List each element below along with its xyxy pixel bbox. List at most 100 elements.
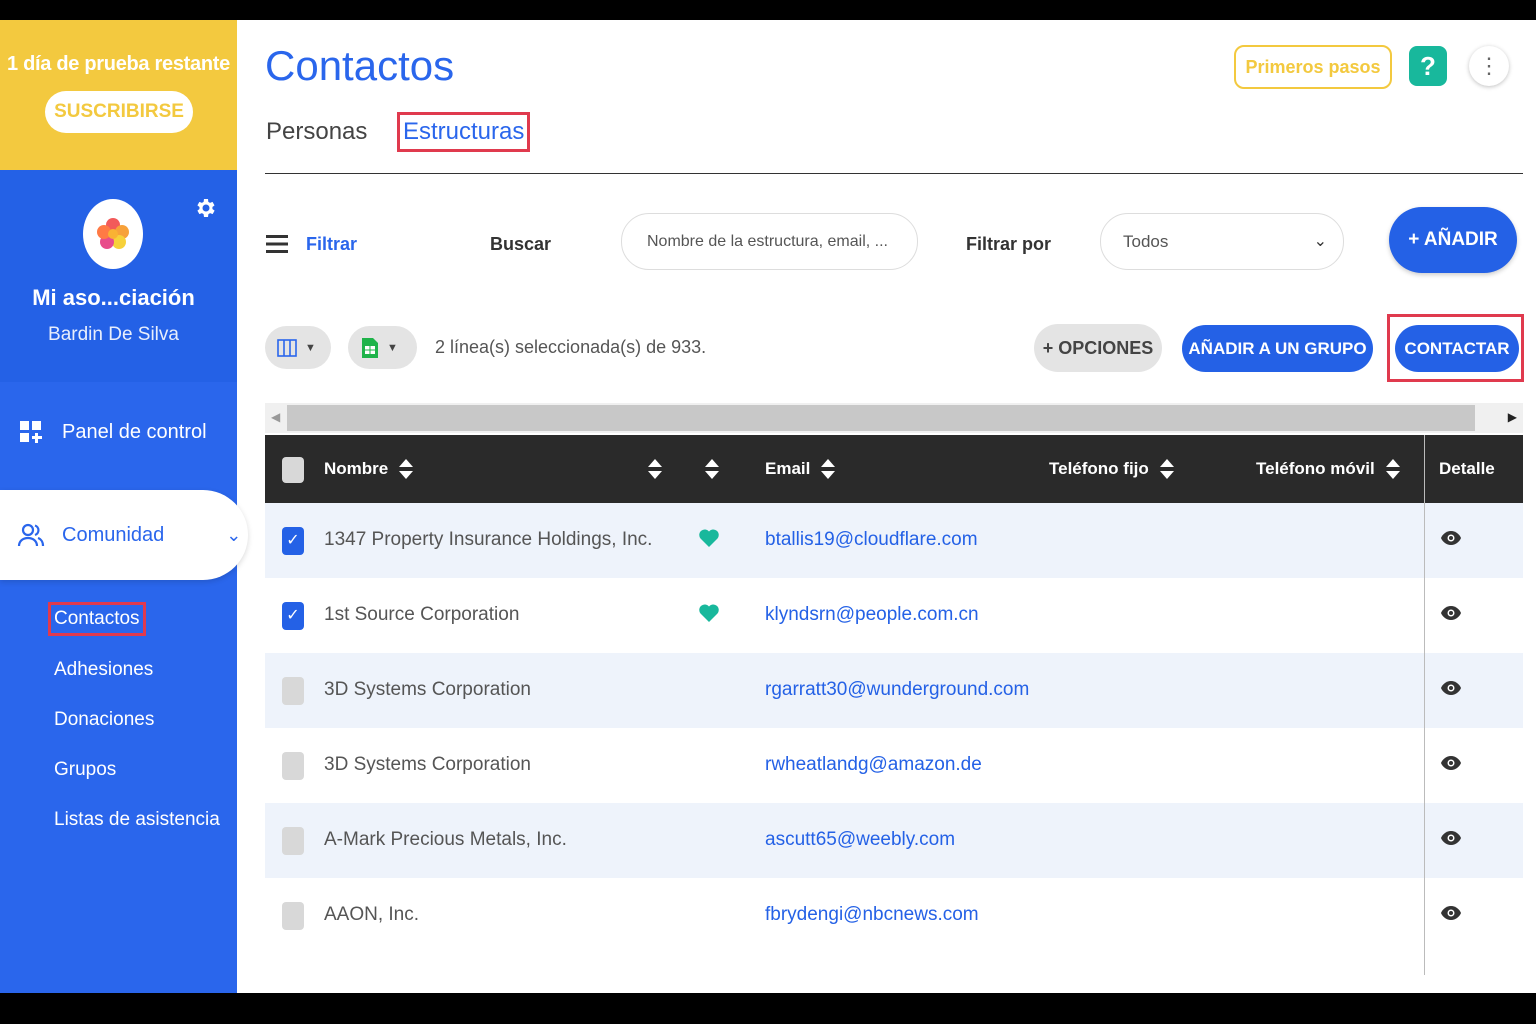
app-window: 1 día de prueba restante SUSCRIBIRSE Mi …	[0, 20, 1536, 993]
table-header: Nombre Email Teléfono fijo Teléfono móvi…	[265, 435, 1523, 503]
horizontal-scrollbar[interactable]: ◀ ▶	[265, 403, 1523, 433]
columns-icon	[277, 338, 297, 357]
column-header-detail: Detalle	[1439, 435, 1495, 503]
caret-down-icon: ▼	[305, 341, 316, 354]
email-link[interactable]: ascutt65@weebly.com	[765, 829, 955, 851]
column-header-mobile[interactable]: Teléfono móvil	[1256, 435, 1401, 503]
add-to-group-button[interactable]: AÑADIR A UN GRUPO	[1182, 325, 1373, 372]
sort-icon	[705, 459, 719, 479]
selection-count: 2 línea(s) seleccionada(s) de 933.	[435, 337, 707, 357]
column-header-phone[interactable]: Teléfono fijo	[1049, 435, 1175, 503]
contact-button[interactable]: CONTACTAR	[1395, 325, 1519, 372]
structure-name: AAON, Inc.	[324, 904, 420, 925]
table-row[interactable]: ✓ 1347 Property Insurance Holdings, Inc. b…	[265, 503, 1523, 578]
row-checkbox[interactable]	[282, 827, 304, 855]
dashboard-icon	[20, 421, 42, 443]
search-input[interactable]	[621, 213, 918, 270]
contact-button-highlight: CONTACTAR	[1387, 314, 1524, 382]
scroll-right-icon[interactable]: ▶	[1508, 410, 1517, 424]
select-all-checkbox[interactable]	[282, 457, 304, 483]
column-header-sort-a[interactable]	[647, 435, 663, 503]
email-link[interactable]: fbrydengi@nbcnews.com	[765, 904, 979, 926]
table-row[interactable]: A-Mark Precious Metals, Inc. ascutt65@wee…	[265, 803, 1523, 878]
table-row[interactable]: AAON, Inc. fbrydengi@nbcnews.com	[265, 878, 1523, 953]
eye-icon[interactable]	[1440, 605, 1462, 621]
column-header-label: Nombre	[324, 459, 389, 478]
column-header-label: Teléfono fijo	[1049, 459, 1149, 478]
filter-select[interactable]: Todos ⌄	[1100, 213, 1344, 270]
structure-name: A-Mark Precious Metals, Inc.	[324, 829, 567, 850]
detail-column-separator	[1424, 435, 1425, 975]
users-icon	[17, 523, 45, 547]
gear-icon[interactable]	[193, 196, 219, 222]
sidebar-item-grupos[interactable]: Grupos	[54, 759, 116, 781]
row-checkbox[interactable]	[282, 677, 304, 705]
sidebar-item-donaciones[interactable]: Donaciones	[54, 709, 154, 731]
export-dropdown[interactable]: ▼	[348, 326, 417, 369]
eye-icon[interactable]	[1440, 830, 1462, 846]
first-steps-button[interactable]: Primeros pasos	[1234, 45, 1392, 89]
tab-personas[interactable]: Personas	[266, 118, 367, 146]
eye-icon[interactable]	[1440, 530, 1462, 546]
columns-dropdown[interactable]: ▼	[265, 326, 331, 369]
spreadsheet-icon	[362, 337, 378, 358]
sort-icon	[399, 459, 414, 479]
nav-item-label: Panel de control	[62, 420, 207, 443]
column-header-label: Detalle	[1439, 459, 1495, 478]
column-header-name[interactable]: Nombre	[324, 435, 414, 503]
sidebar-item-adhesiones[interactable]: Adhesiones	[54, 659, 153, 681]
menu-icon[interactable]	[266, 234, 288, 254]
organization-logo	[83, 199, 143, 269]
profile-panel: Mi aso...ciación Bardin De Silva	[0, 170, 237, 382]
tab-estructuras[interactable]: Estructuras	[396, 112, 531, 152]
sidebar-item-contactos[interactable]: Contactos	[48, 602, 146, 636]
column-header-label: Teléfono móvil	[1256, 459, 1375, 478]
column-header-email[interactable]: Email	[765, 435, 836, 503]
filter-toggle[interactable]: Filtrar	[306, 234, 357, 255]
heart-icon[interactable]	[698, 602, 720, 624]
sidebar: 1 día de prueba restante SUSCRIBIRSE Mi …	[0, 20, 248, 993]
chevron-down-icon: ⌄	[1313, 233, 1327, 250]
row-checkbox[interactable]: ✓	[282, 527, 304, 555]
flower-logo-icon	[97, 218, 129, 249]
scroll-left-icon[interactable]: ◀	[271, 410, 280, 424]
row-checkbox[interactable]	[282, 902, 304, 930]
scrollbar-thumb[interactable]	[287, 405, 1475, 431]
heart-icon[interactable]	[698, 527, 720, 549]
email-link[interactable]: btallis19@cloudflare.com	[765, 529, 978, 551]
user-name: Bardin De Silva	[48, 324, 179, 345]
search-label: Buscar	[490, 234, 552, 254]
sort-icon	[1159, 459, 1174, 479]
subscribe-button[interactable]: SUSCRIBIRSE	[45, 91, 193, 133]
organization-name: Mi aso...ciación	[32, 285, 195, 310]
column-header-label: Email	[765, 459, 811, 478]
table-row[interactable]: 3D Systems Corporation rwheatlandg@amazon…	[265, 728, 1523, 803]
trial-banner: 1 día de prueba restante SUSCRIBIRSE	[0, 20, 237, 170]
sidebar-item-listas[interactable]: Listas de asistencia	[54, 809, 220, 831]
filter-by-label: Filtrar por	[966, 234, 1052, 254]
structure-name: 3D Systems Corporation	[324, 679, 531, 700]
nav-item-dashboard[interactable]: Panel de control	[0, 414, 237, 450]
sort-icon	[648, 459, 662, 479]
row-checkbox[interactable]: ✓	[282, 602, 304, 630]
email-link[interactable]: rgarratt30@wunderground.com	[765, 679, 1029, 701]
table-row[interactable]: ✓ 1st Source Corporation klyndsrn@people.c…	[265, 578, 1523, 653]
nav-item-label: Comunidad	[62, 523, 165, 546]
help-button[interactable]: ?	[1409, 46, 1447, 86]
filter-select-value: Todos	[1123, 232, 1169, 251]
caret-down-icon: ▼	[387, 341, 398, 354]
sort-icon	[1385, 459, 1400, 479]
eye-icon[interactable]	[1440, 905, 1462, 921]
column-header-sort-b[interactable]	[704, 435, 720, 503]
row-checkbox[interactable]	[282, 752, 304, 780]
table-row[interactable]: 3D Systems Corporation rgarratt30@wunderg…	[265, 653, 1523, 728]
nav-item-community[interactable]: Comunidad ⌄	[0, 490, 248, 580]
eye-icon[interactable]	[1440, 680, 1462, 696]
email-link[interactable]: rwheatlandg@amazon.de	[765, 754, 982, 776]
eye-icon[interactable]	[1440, 755, 1462, 771]
add-button[interactable]: + AÑADIR	[1389, 207, 1517, 273]
main-content: Contactos Primeros pasos ? ⋮ Personas Es…	[237, 20, 1536, 993]
email-link[interactable]: klyndsrn@people.com.cn	[765, 604, 979, 626]
options-button[interactable]: + OPCIONES	[1034, 324, 1162, 372]
more-options-icon[interactable]: ⋮	[1469, 46, 1509, 86]
